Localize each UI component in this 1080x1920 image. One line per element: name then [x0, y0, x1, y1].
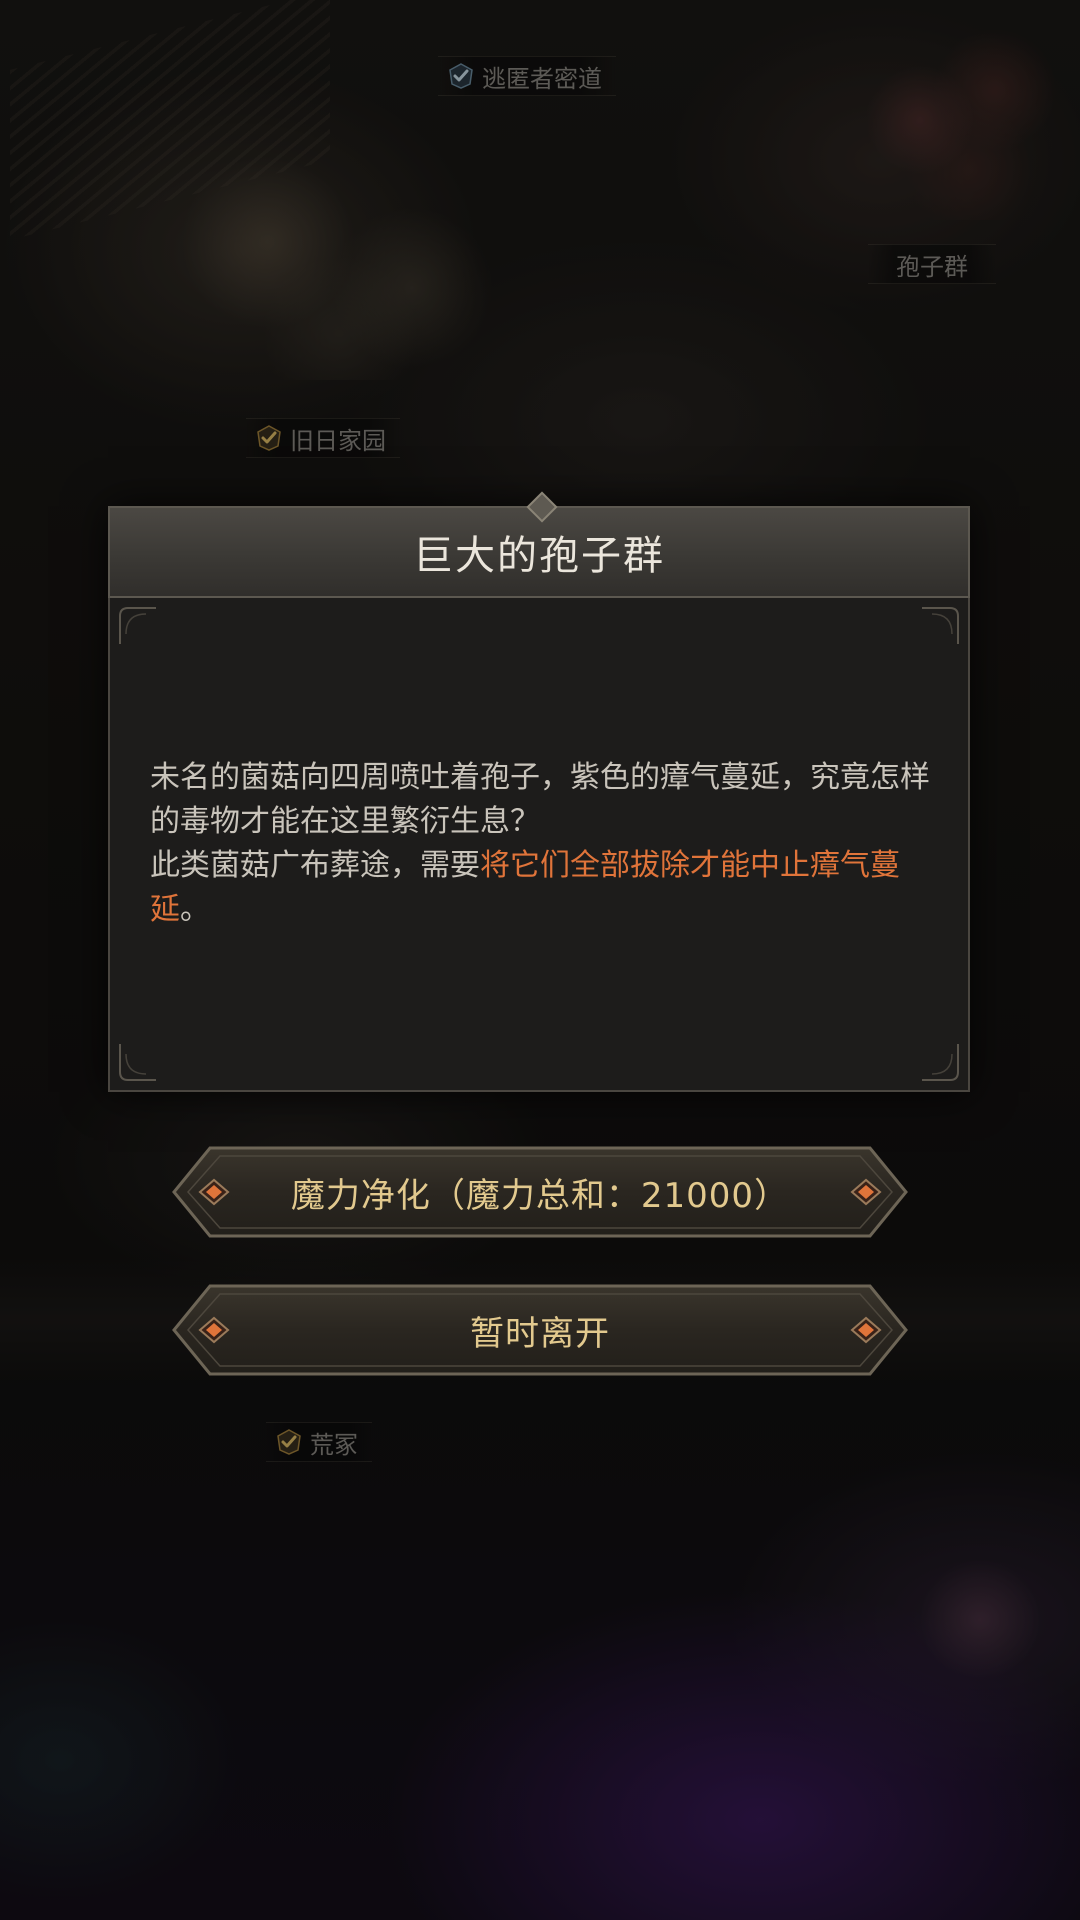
dialog-body: 未名的菌菇向四周喷吐着孢子，紫色的瘴气蔓延，究竟怎样的毒物才能在这里繁衍生息？ … [150, 756, 940, 932]
dialog-body-paragraph: 未名的菌菇向四周喷吐着孢子，紫色的瘴气蔓延，究竟怎样的毒物才能在这里繁衍生息？ [150, 760, 930, 839]
magic-purify-button[interactable]: 魔力净化（魔力总和：21000） [170, 1144, 910, 1240]
corner-ornament-icon [116, 1038, 162, 1084]
leave-temporarily-button-label: 暂时离开 [470, 1313, 610, 1354]
leave-temporarily-button[interactable]: 暂时离开 [170, 1282, 910, 1378]
magic-purify-button-label: 魔力净化（魔力总和：21000） [290, 1175, 790, 1216]
dialog-body-text: 。 [180, 892, 210, 927]
game-map: 逃匿者密道 孢子群 旧日家园 荒冢 巨大的孢子群 未名的菌菇向四周喷吐着孢子，紫… [0, 0, 1080, 1920]
event-dialog: 巨大的孢子群 未名的菌菇向四周喷吐着孢子，紫色的瘴气蔓延，究竟怎样的毒物才能在这… [108, 491, 970, 1092]
dialog-header: 巨大的孢子群 [108, 491, 970, 598]
dialog-body-paragraph: 此类菌菇广布葬途，需要将它们全部拔除才能中止瘴气蔓延。 [150, 844, 940, 932]
dialog-body-text: 此类菌菇广布葬途，需要 [150, 848, 480, 883]
corner-ornament-icon [916, 604, 962, 650]
corner-ornament-icon [916, 1038, 962, 1084]
dialog-title: 巨大的孢子群 [413, 533, 665, 579]
corner-ornament-icon [116, 604, 162, 650]
